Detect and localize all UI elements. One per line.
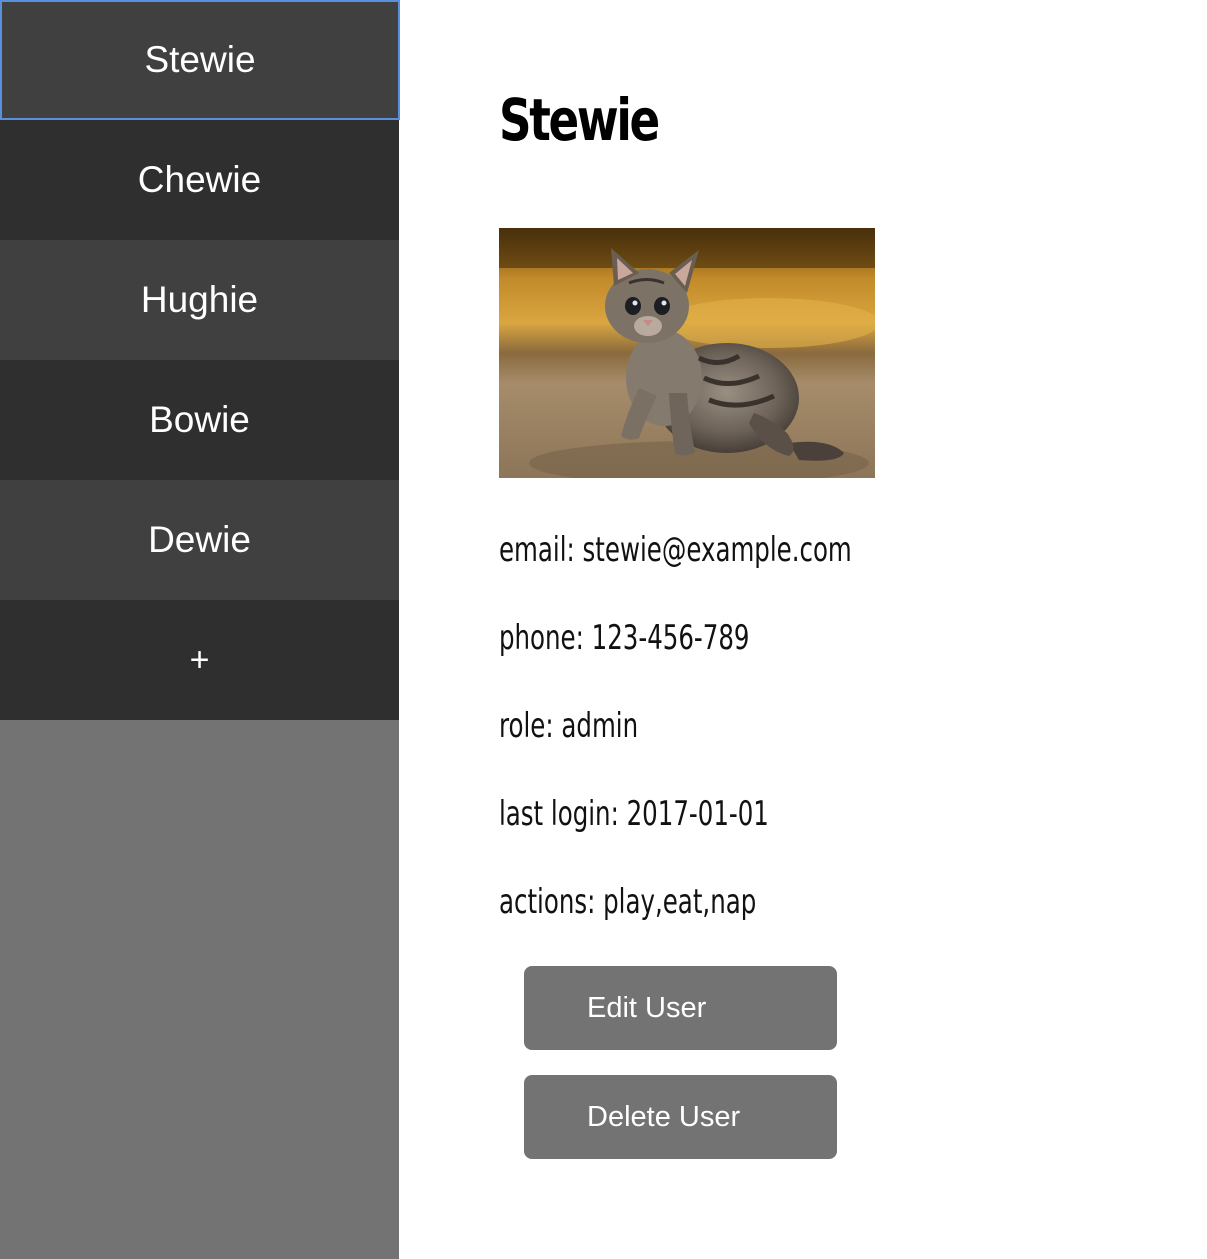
sidebar-item-chewie[interactable]: Chewie [0, 120, 399, 240]
actions-value: play,eat,nap [603, 882, 757, 922]
phone-field: phone: 123-456-789 [499, 618, 749, 658]
role-value: admin [561, 706, 639, 746]
role-label: role: [499, 706, 554, 746]
email-value: stewie@example.com [582, 530, 852, 570]
email-field: email: stewie@example.com [499, 530, 852, 570]
user-name-heading: Stewie [499, 86, 660, 154]
edit-user-button[interactable]: Edit User [524, 966, 837, 1050]
phone-value: 123-456-789 [591, 618, 750, 658]
sidebar-item-hughie[interactable]: Hughie [0, 240, 399, 360]
delete-user-button[interactable]: Delete User [524, 1075, 837, 1159]
last-login-value: 2017-01-01 [626, 794, 769, 834]
email-label: email: [499, 530, 575, 570]
role-field: role: admin [499, 706, 638, 746]
app-root: Stewie Chewie Hughie Bowie Dewie + Stewi… [0, 0, 1207, 1259]
user-sidebar: Stewie Chewie Hughie Bowie Dewie + [0, 0, 400, 1259]
kitten-photo [499, 228, 875, 478]
sidebar-item-dewie[interactable]: Dewie [0, 480, 399, 600]
sidebar-item-bowie[interactable]: Bowie [0, 360, 399, 480]
phone-label: phone: [499, 618, 584, 658]
add-user-button[interactable]: + [0, 600, 399, 720]
actions-field: actions: play,eat,nap [499, 882, 756, 922]
last-login-field: last login: 2017-01-01 [499, 794, 769, 834]
sidebar-item-stewie[interactable]: Stewie [0, 0, 400, 120]
actions-label: actions: [499, 882, 596, 922]
last-login-label: last login: [499, 794, 619, 834]
